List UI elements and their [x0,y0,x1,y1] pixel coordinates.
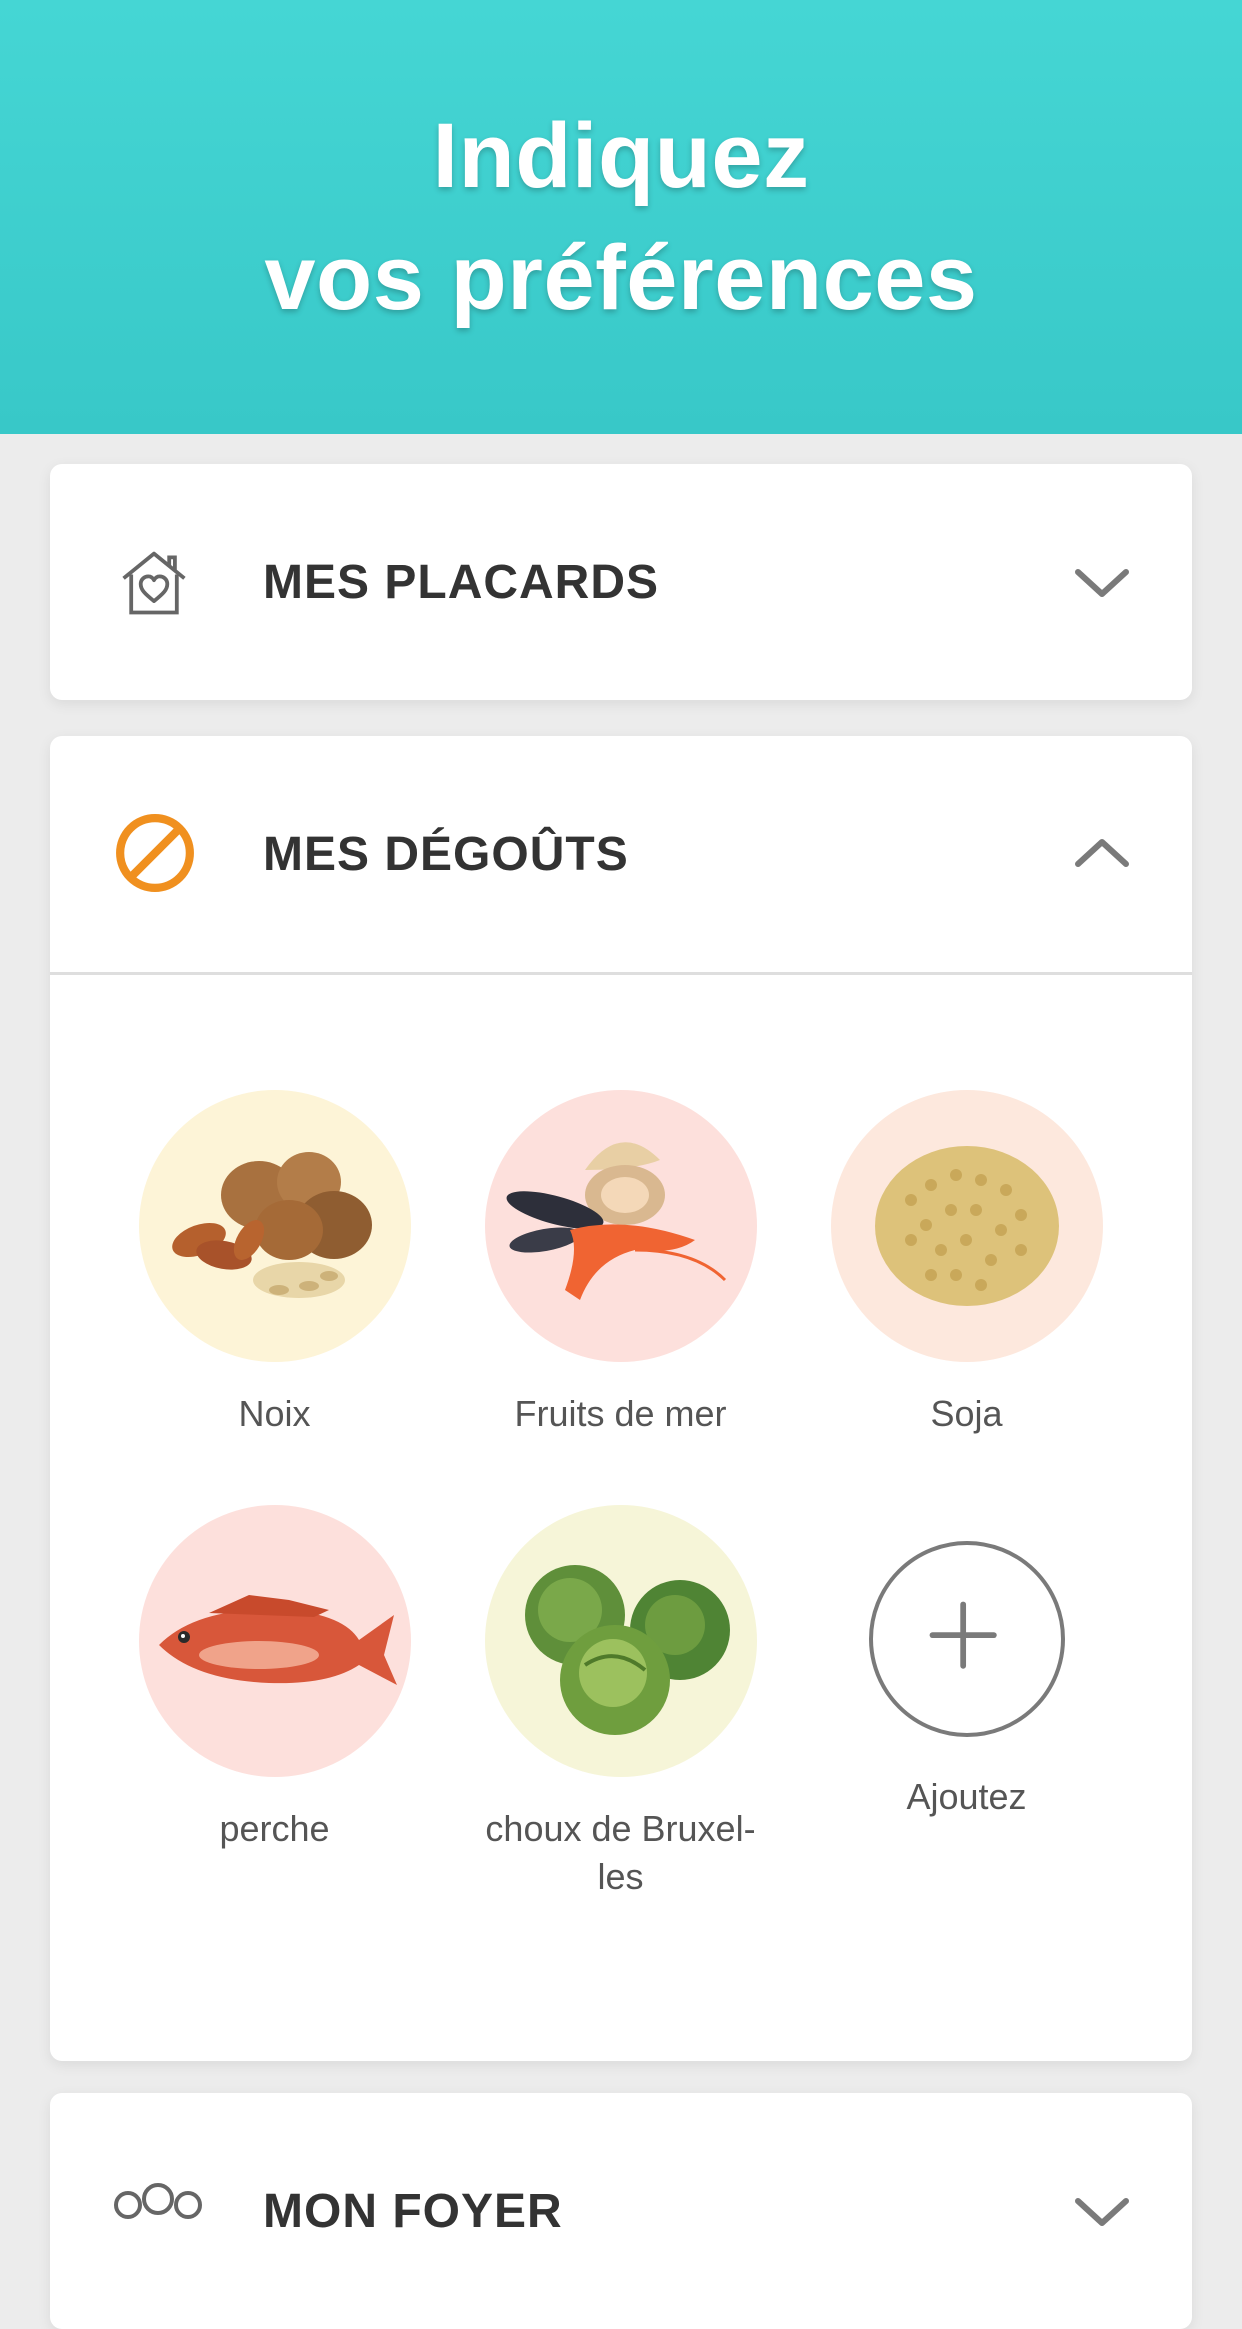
chevron-down-icon[interactable] [1074,562,1130,602]
dislike-item-noix[interactable]: Noix [102,1090,447,1438]
chevron-up-icon[interactable] [1074,834,1130,874]
dislike-item-choux-de-bruxelles[interactable]: choux de Bruxel- les [448,1505,793,1901]
dislike-item-soja[interactable]: Soja [794,1090,1139,1438]
add-circle[interactable] [868,1541,1065,1737]
add-dislike-button[interactable]: Ajoutez [794,1505,1139,1821]
degouts-title: MES DÉGOÛTS [263,827,629,881]
header-title-line2: vos préférences [264,227,978,329]
dislike-label: Noix [238,1393,311,1434]
placards-header[interactable]: MES PLACARDS [50,464,1192,700]
foyer-header[interactable]: MON FOYER [50,2093,1192,2329]
degouts-card: MES DÉGOÛTS Noix Fruits de mer Soja perc… [50,736,1192,2061]
foyer-title: MON FOYER [263,2184,563,2238]
dislike-item-fruits-de-mer[interactable]: Fruits de mer [448,1090,793,1438]
house-heart-icon [122,551,186,615]
header-banner: Indiquez vos préférences [0,0,1242,434]
plus-icon [929,1601,997,1669]
dislikes-grid: Noix Fruits de mer Soja perche choux de … [50,975,1192,2061]
chevron-down-icon[interactable] [1074,2191,1130,2231]
fish-image [138,1505,411,1777]
people-icon [114,2183,202,2219]
prohibited-icon [116,814,194,892]
seafood-image [484,1090,757,1362]
degouts-header[interactable]: MES DÉGOÛTS [50,736,1192,972]
add-label: Ajoutez [906,1776,1027,1817]
dislike-label: Soja [930,1393,1003,1434]
foyer-card[interactable]: MON FOYER [50,2093,1192,2329]
placards-card[interactable]: MES PLACARDS [50,464,1192,700]
soy-image [830,1090,1103,1362]
nuts-image [138,1090,411,1362]
dislike-label: perche [219,1808,330,1849]
brussels-sprouts-image [484,1505,757,1777]
dislike-label: Fruits de mer [514,1393,727,1434]
dislike-item-perche[interactable]: perche [102,1505,447,1853]
dislike-label: choux de Bruxel- les [485,1808,756,1897]
header-title-line1: Indiquez [432,105,810,207]
placards-title: MES PLACARDS [263,555,660,609]
